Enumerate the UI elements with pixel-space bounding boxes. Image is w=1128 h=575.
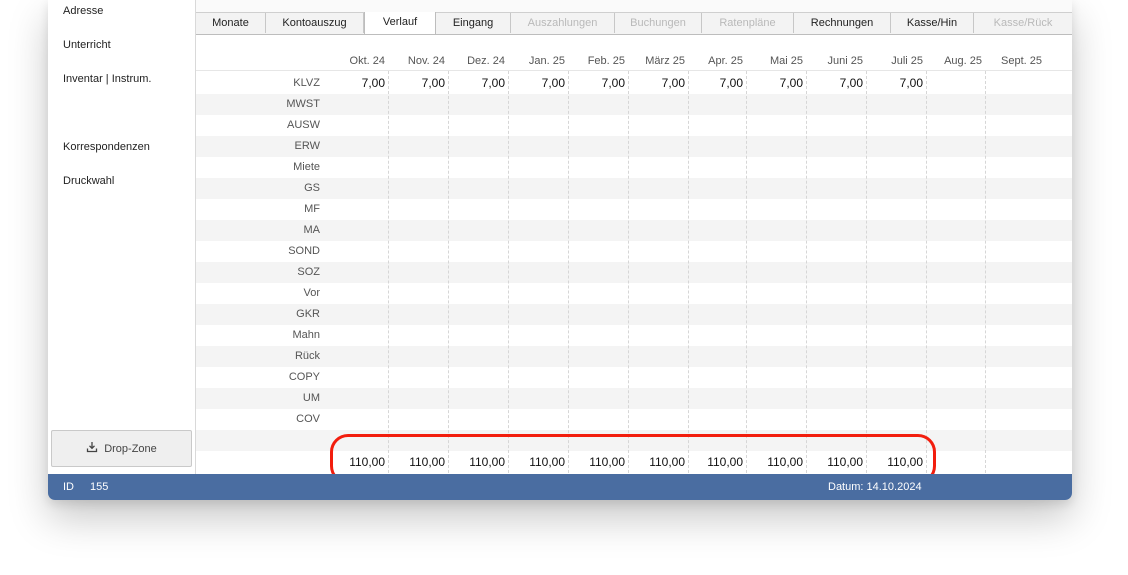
column-divider: [866, 71, 867, 473]
table-cell: 7,00: [839, 76, 863, 90]
table-row: Miete: [196, 157, 1072, 178]
column-divider: [806, 71, 807, 473]
table-row: UM: [196, 388, 1072, 409]
row-label: Rück: [294, 350, 320, 362]
sidebar-item-inventar[interactable]: Inventar | Instrum.: [63, 73, 151, 85]
table-row: Vor: [196, 283, 1072, 304]
table-row: COPY: [196, 367, 1072, 388]
row-label: KLVZ: [293, 77, 320, 89]
month-header: Apr. 25: [708, 55, 743, 67]
sidebar-item-korrespondenzen[interactable]: Korrespondenzen: [63, 141, 150, 153]
tab-buchungen: Buchungen: [615, 13, 702, 33]
table-cell: 7,00: [719, 76, 743, 90]
month-header: März 25: [645, 55, 685, 67]
main-panel: Monate Kontoauszug Verlauf Eingang Ausza…: [196, 0, 1072, 474]
column-divider: [508, 71, 509, 473]
row-label: SOZ: [297, 266, 320, 278]
sidebar-item-unterricht[interactable]: Unterricht: [63, 39, 111, 51]
row-label: MA: [303, 224, 321, 236]
month-header: Dez. 24: [467, 55, 505, 67]
month-header: Sept. 25: [1001, 55, 1042, 67]
table-cell: 7,00: [361, 76, 385, 90]
drop-zone-button[interactable]: Drop-Zone: [51, 430, 192, 467]
table-row: MA: [196, 220, 1072, 241]
column-divider: [628, 71, 629, 473]
table-row: MWST: [196, 94, 1072, 115]
app-window: Adresse Unterricht Inventar | Instrum. K…: [48, 0, 1072, 500]
month-header: Feb. 25: [587, 55, 625, 67]
row-label: SOND: [288, 245, 320, 257]
grid-top-line: [196, 70, 1072, 71]
column-divider: [388, 71, 389, 473]
table-row: Mahn: [196, 325, 1072, 346]
table-row: COV: [196, 409, 1072, 430]
table-row: GKR: [196, 304, 1072, 325]
table-cell: 7,00: [779, 76, 803, 90]
table-row: AUSW: [196, 115, 1072, 136]
table-row: ERW: [196, 136, 1072, 157]
table-cell: 7,00: [661, 76, 685, 90]
month-header: Jan. 25: [528, 55, 565, 67]
row-label: Vor: [303, 287, 320, 299]
row-label: GKR: [296, 308, 320, 320]
row-label: COPY: [288, 371, 320, 383]
column-divider: [448, 71, 449, 473]
row-label: Mahn: [292, 329, 320, 341]
status-bar: ID 155 Datum: 14.10.2024: [48, 474, 1072, 500]
column-divider: [568, 71, 569, 473]
tab-verlauf[interactable]: Verlauf: [364, 12, 436, 34]
tab-auszahlungen: Auszahlungen: [511, 13, 615, 33]
column-divider: [688, 71, 689, 473]
tab-monate[interactable]: Monate: [196, 13, 266, 33]
table-cell: 7,00: [421, 76, 445, 90]
table-row: GS: [196, 178, 1072, 199]
download-tray-icon: [86, 441, 98, 456]
table-cell: 7,00: [481, 76, 505, 90]
row-label: Miete: [293, 161, 320, 173]
row-label: COV: [296, 413, 320, 425]
row-label: GS: [304, 182, 320, 194]
tab-eingang[interactable]: Eingang: [436, 13, 511, 33]
column-divider: [926, 71, 927, 473]
table-row: SOZ: [196, 262, 1072, 283]
status-id-value: 155: [90, 481, 109, 493]
tab-ratenplaene: Ratenpläne: [702, 13, 794, 33]
table-cell: 7,00: [899, 76, 923, 90]
table-cell: 7,00: [541, 76, 565, 90]
top-strip: [196, 0, 1072, 13]
column-divider: [746, 71, 747, 473]
month-header: Okt. 24: [349, 55, 385, 67]
row-label: UM: [302, 392, 320, 404]
sidebar: Adresse Unterricht Inventar | Instrum. K…: [48, 0, 196, 474]
month-header: Mai 25: [769, 55, 803, 67]
drop-zone-label: Drop-Zone: [104, 442, 157, 455]
status-id-label: ID: [63, 481, 74, 493]
tab-rechnungen[interactable]: Rechnungen: [794, 13, 891, 33]
sidebar-item-druckwahl[interactable]: Druckwahl: [63, 175, 114, 187]
row-label: AUSW: [287, 119, 320, 131]
sidebar-item-adresse[interactable]: Adresse: [63, 5, 103, 17]
table-row: SOND: [196, 241, 1072, 262]
month-header: Nov. 24: [407, 55, 445, 67]
tab-kasse-rueck: Kasse/Rück: [993, 17, 1053, 29]
status-date: Datum: 14.10.2024: [828, 481, 922, 493]
table-cell: 7,00: [601, 76, 625, 90]
table-row: MF: [196, 199, 1072, 220]
tab-kasse-hin[interactable]: Kasse/Hin: [891, 13, 974, 33]
month-header: Juli 25: [891, 55, 923, 67]
month-header: Juni 25: [827, 55, 863, 67]
row-label: MF: [304, 203, 320, 215]
month-header: Aug. 25: [944, 55, 982, 67]
row-label: MWST: [286, 98, 320, 110]
tab-kontoauszug[interactable]: Kontoauszug: [266, 13, 364, 33]
table-row: Rück: [196, 346, 1072, 367]
table-row: KLVZ 7,00 7,00 7,00 7,00 7,00 7,00 7,00 7,00 7,00…: [196, 73, 1072, 94]
column-divider: [985, 71, 986, 473]
row-label: ERW: [294, 140, 320, 152]
tab-bar: Monate Kontoauszug Verlauf Eingang Ausza…: [196, 12, 1072, 35]
